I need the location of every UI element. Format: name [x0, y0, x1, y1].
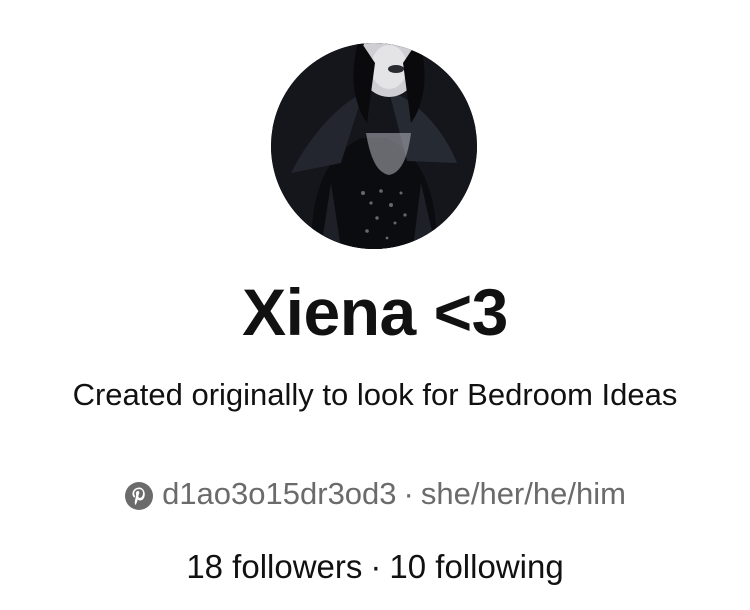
profile-meta-row: d1ao3o15dr3od3 · she/her/he/him: [0, 472, 750, 516]
username-link[interactable]: d1ao3o15dr3od3: [162, 472, 396, 516]
stats-separator: ·: [370, 548, 382, 585]
avatar[interactable]: [271, 43, 477, 249]
profile-header: Xiena <3 Created originally to look for …: [0, 0, 750, 610]
display-name: Xiena <3: [242, 275, 508, 349]
following-link[interactable]: 10 following: [389, 543, 563, 591]
follow-stats: 18 followers · 10 following: [0, 543, 750, 591]
profile-bio: Created originally to look for Bedroom I…: [72, 377, 678, 412]
meta-separator: ·: [403, 476, 414, 511]
followers-link[interactable]: 18 followers: [186, 543, 362, 591]
pronouns: she/her/he/him: [420, 476, 626, 511]
pinterest-icon: [124, 479, 154, 510]
avatar-image: [271, 43, 477, 249]
